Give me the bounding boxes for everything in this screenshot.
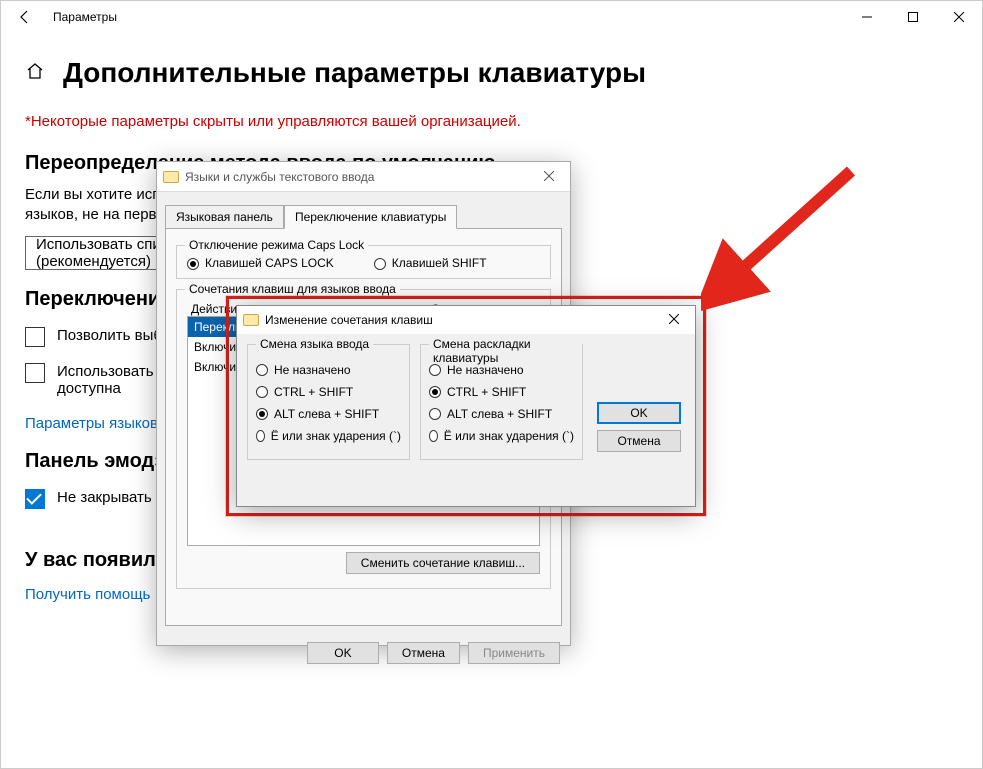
group-legend: Сочетания клавиш для языков ввода [185, 282, 400, 296]
tab-keyboard-switch[interactable]: Переключение клавиатуры [284, 205, 457, 229]
checkbox-icon [25, 327, 45, 347]
radio-label: Клавишей SHIFT [392, 256, 487, 270]
radio-label: Не назначено [447, 363, 524, 377]
radio-label: CTRL + SHIFT [274, 385, 353, 399]
option-grave[interactable]: Ё или знак ударения (`) [429, 429, 574, 443]
radio-label: CTRL + SHIFT [447, 385, 526, 399]
radio-label: ALT слева + SHIFT [447, 407, 552, 421]
apply-button: Применить [468, 642, 560, 664]
dialog-titlebar[interactable]: Изменение сочетания клавиш [237, 306, 695, 334]
option-none[interactable]: Не назначено [429, 363, 574, 377]
tab-language-bar[interactable]: Языковая панель [165, 205, 284, 229]
option-alt-shift[interactable]: ALT слева + SHIFT [256, 407, 401, 421]
option-grave[interactable]: Ё или знак ударения (`) [256, 429, 401, 443]
change-key-sequence-button[interactable]: Сменить сочетание клавиш... [346, 552, 540, 574]
keyboard-layout-group: Смена раскладки клавиатуры Не назначено … [420, 344, 583, 460]
group-legend: Смена языка ввода [256, 337, 373, 351]
option-ctrl-shift[interactable]: CTRL + SHIFT [429, 385, 574, 399]
close-button[interactable] [936, 1, 982, 33]
radio-label: Ё или знак ударения (`) [444, 429, 574, 443]
page-heading: Дополнительные параметры клавиатуры [63, 57, 646, 89]
org-policy-notice: *Некоторые параметры скрыты или управляю… [25, 113, 958, 130]
option-none[interactable]: Не назначено [256, 363, 401, 377]
maximize-button[interactable] [890, 1, 936, 33]
caps-option-capslock[interactable]: Клавишей CAPS LOCK [187, 256, 334, 270]
keyboard-icon [243, 314, 259, 326]
ok-button[interactable]: OK [597, 402, 681, 424]
input-language-group: Смена языка ввода Не назначено CTRL + SH… [247, 344, 410, 460]
radio-icon [429, 430, 438, 442]
caps-option-shift[interactable]: Клавишей SHIFT [374, 256, 487, 270]
radio-icon [429, 386, 441, 398]
radio-label: Не назначено [274, 363, 351, 377]
radio-icon [256, 408, 268, 420]
radio-label: Клавишей CAPS LOCK [205, 256, 334, 270]
radio-label: ALT слева + SHIFT [274, 407, 379, 421]
capslock-group: Отключение режима Caps Lock Клавишей CAP… [176, 245, 551, 279]
dialog-close-button[interactable] [534, 170, 564, 184]
radio-icon [256, 430, 265, 442]
minimize-button[interactable] [844, 1, 890, 33]
dialog-title: Языки и службы текстового ввода [185, 170, 374, 184]
keyboard-icon [163, 171, 179, 183]
checkbox-icon [25, 363, 45, 383]
group-legend: Смена раскладки клавиатуры [429, 337, 582, 365]
radio-label: Ё или знак ударения (`) [271, 429, 401, 443]
radio-icon [374, 258, 386, 270]
cancel-button[interactable]: Отмена [597, 430, 681, 452]
option-ctrl-shift[interactable]: CTRL + SHIFT [256, 385, 401, 399]
settings-titlebar: Параметры [1, 1, 982, 33]
group-legend: Отключение режима Caps Lock [185, 238, 368, 252]
radio-icon [429, 408, 441, 420]
radio-icon [429, 364, 441, 376]
radio-icon [256, 364, 268, 376]
radio-icon [256, 386, 268, 398]
checkbox-icon [25, 489, 45, 509]
dialog-titlebar[interactable]: Языки и службы текстового ввода [157, 162, 570, 192]
change-key-sequence-dialog: Изменение сочетания клавиш Смена языка в… [236, 305, 696, 507]
ok-button[interactable]: OK [307, 642, 379, 664]
cancel-button[interactable]: Отмена [387, 642, 460, 664]
get-help-link[interactable]: Получить помощь [25, 586, 150, 603]
option-alt-shift[interactable]: ALT слева + SHIFT [429, 407, 574, 421]
dialog-close-button[interactable] [659, 313, 689, 327]
home-icon[interactable] [25, 61, 45, 86]
window-title: Параметры [53, 10, 117, 24]
back-button[interactable] [1, 1, 49, 33]
dialog-title: Изменение сочетания клавиш [265, 313, 433, 327]
radio-icon [187, 258, 199, 270]
